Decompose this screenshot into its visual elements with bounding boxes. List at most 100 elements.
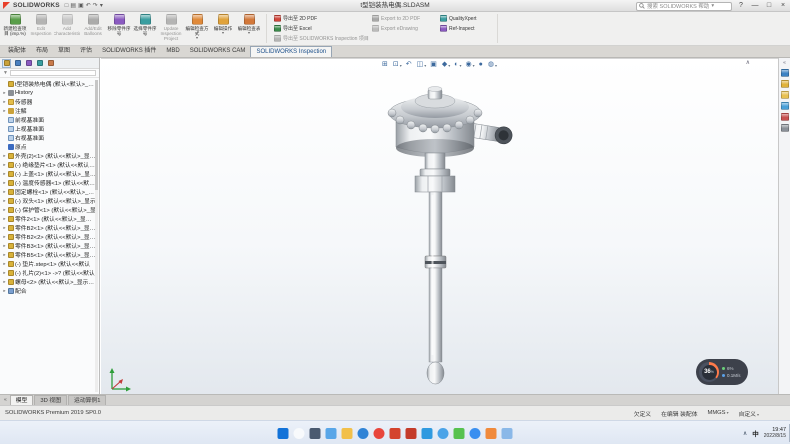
search-input[interactable]: 搜索 SOLIDWORKS 帮助 ▾: [636, 2, 732, 11]
hide-show-items-icon[interactable]: ◉ ▾: [466, 60, 475, 70]
start-button[interactable]: [278, 428, 289, 439]
expand-arrow-icon[interactable]: ▸: [2, 99, 7, 105]
ref-inspect-button[interactable]: Ref-Inspect: [440, 24, 477, 33]
tree-item[interactable]: ▸ (-) 保护管<1> (默认<<默认>_显: [0, 205, 99, 214]
model-tab[interactable]: 模型: [10, 395, 34, 405]
tree-item[interactable]: ▸ 零件B2<2> (默认<<默认>_显示状: [0, 232, 99, 241]
panel-scrollbar[interactable]: [95, 80, 98, 392]
model-tab[interactable]: 3D 视图: [34, 395, 67, 405]
expand-arrow-icon[interactable]: ▸: [2, 261, 7, 267]
tree-item[interactable]: ▸ History: [0, 88, 99, 97]
expand-arrow-icon[interactable]: ▸: [2, 225, 7, 231]
qq-button[interactable]: [438, 428, 449, 439]
tab-scroll-arrows[interactable]: «: [2, 395, 9, 405]
commandmanager-tab[interactable]: SOLIDWORKS Inspection: [250, 46, 332, 57]
search-caret-icon[interactable]: ▾: [711, 3, 714, 9]
previous-view-icon[interactable]: ↶: [406, 60, 413, 70]
tree-item[interactable]: 前视基准面: [0, 115, 99, 124]
help-button[interactable]: ?: [736, 1, 746, 11]
expand-arrow-icon[interactable]: ▸: [2, 216, 7, 222]
tree-item[interactable]: ▸ 注解: [0, 106, 99, 115]
expand-arrow-icon[interactable]: ▸: [2, 207, 7, 213]
dimxpertmanager-tab[interactable]: [35, 59, 44, 68]
tree-item[interactable]: ▸ (-) 双头<1> (默认<<默认>_显示: [0, 196, 99, 205]
edit-inspection-button[interactable]: Edit Inspection: [28, 13, 54, 45]
dingtalk-button[interactable]: [470, 428, 481, 439]
solidworks-button[interactable]: [406, 428, 417, 439]
taskbar-clock[interactable]: 19:47 2022/8/15: [764, 427, 786, 439]
edge-button[interactable]: [358, 428, 369, 439]
file-explorer-icon[interactable]: [781, 91, 789, 99]
expand-arrow-icon[interactable]: ▸: [2, 234, 7, 240]
featuremanager-tab[interactable]: [2, 59, 11, 68]
commandmanager-tab[interactable]: SOLIDWORKS 插件: [97, 46, 161, 57]
new-inspection-project-button[interactable]: 新建检查项目 (imp.%): [2, 13, 28, 45]
export-excel-button[interactable]: 导出至 Excel: [274, 24, 369, 33]
wps-button[interactable]: [390, 428, 401, 439]
filter-funnel-icon[interactable]: ▼: [3, 70, 8, 76]
view-palette-icon[interactable]: [781, 102, 789, 110]
expand-arrow-icon[interactable]: ▸: [2, 180, 7, 186]
section-view-icon[interactable]: ◫ ▾: [417, 60, 427, 70]
export-inspection-project-button[interactable]: 导出至 SOLIDWORKS Inspection 项目: [274, 34, 369, 43]
tree-item[interactable]: 上视基准面: [0, 124, 99, 133]
3d-model-thermocouple[interactable]: [378, 85, 528, 391]
edit-inspection-method-button[interactable]: 编辑检查方式 ▾: [184, 13, 210, 45]
undo-icon[interactable]: ↶: [86, 1, 91, 11]
ime-indicator[interactable]: 中: [752, 428, 759, 438]
propertymanager-tab[interactable]: [13, 59, 22, 68]
tree-item[interactable]: ▸ 零件B2<1> (默认<<默认>_显示状: [0, 223, 99, 232]
tree-item[interactable]: ▸ 配合: [0, 286, 99, 295]
commandmanager-tab[interactable]: 布局: [31, 46, 53, 57]
view-orientation-icon[interactable]: ◆ ▾: [442, 60, 450, 70]
panel-scrollbar-thumb[interactable]: [95, 80, 98, 190]
model-tab[interactable]: 运动算例1: [68, 395, 106, 405]
tree-item[interactable]: ▸ (-) 温度传感器<1> (默认<<默认>: [0, 178, 99, 187]
update-inspection-project-button[interactable]: Update Inspection Project: [158, 13, 184, 45]
redo-icon[interactable]: ↷: [93, 1, 98, 11]
qualityxpert-button[interactable]: QualityXpert: [440, 14, 477, 23]
widgets-button[interactable]: [326, 428, 337, 439]
appearances-scenes-icon[interactable]: [781, 113, 789, 121]
close-button[interactable]: ×: [778, 1, 788, 11]
wechat-button[interactable]: [454, 428, 465, 439]
tree-item[interactable]: ▸ 零件B3<1> (默认<<默认>_显示状: [0, 241, 99, 250]
maximize-button[interactable]: □: [764, 1, 774, 11]
remove-balloons-button[interactable]: 移除零件序号: [106, 13, 132, 45]
add-characteristic-button[interactable]: Add Characteristic: [54, 13, 80, 45]
task-view-button[interactable]: [310, 428, 321, 439]
tree-item[interactable]: ▸ 零件B5<1> (默认<<默认>_显示状: [0, 250, 99, 259]
solidworks-resources-icon[interactable]: [781, 69, 789, 77]
tree-item[interactable]: ▸ (-) 绝缘垫片<1> (默认<<默认>_显: [0, 160, 99, 169]
expand-arrow-icon[interactable]: ▸: [2, 189, 7, 195]
tree-item[interactable]: ▸ (-) 扎片(2)<1> ->? (默认<<默认: [0, 268, 99, 277]
tree-item[interactable]: ▸ 螺母<2> (默认<<默认>_显示状态: [0, 277, 99, 286]
commandmanager-tab[interactable]: 评估: [75, 46, 97, 57]
export-edrawing-button[interactable]: Export eDrawing: [372, 24, 420, 33]
display-style-icon[interactable]: ◐ ▾: [454, 60, 461, 70]
tree-item[interactable]: 右视基准面: [0, 133, 99, 142]
commandmanager-tab[interactable]: 草图: [53, 46, 75, 57]
configurationmanager-tab[interactable]: [24, 59, 33, 68]
open-file-icon[interactable]: ▤: [70, 1, 76, 11]
zoom-fit-icon[interactable]: ⊞: [382, 60, 389, 70]
status-custom-selector[interactable]: 自定义▾: [739, 409, 759, 418]
vscode-button[interactable]: [422, 428, 433, 439]
options-caret-icon[interactable]: ▾: [100, 1, 103, 11]
tree-item[interactable]: t型铠装热电偶 (默认<默认>_显示状态-1): [0, 79, 99, 88]
add-edit-balloons-button[interactable]: Add/Edit Balloons: [80, 13, 106, 45]
design-library-icon[interactable]: [781, 80, 789, 88]
feature-filter-input[interactable]: [10, 70, 96, 76]
media-player-button[interactable]: [486, 428, 497, 439]
performance-overlay[interactable]: 36 % 6% 0.1M/s: [696, 359, 748, 385]
displaymanager-tab[interactable]: [46, 59, 55, 68]
chrome-button[interactable]: [374, 428, 385, 439]
hidden-icons-chevron[interactable]: ∧: [743, 430, 747, 437]
edit-operation-button[interactable]: 编辑操作 ▾: [210, 13, 236, 45]
tree-item[interactable]: ▸ (-) 垫片.step<1> (默认<<默认: [0, 259, 99, 268]
graphics-viewport[interactable]: ⊞ ⊡ ▾ ↶ ◫ ▾ ▣ ◆: [101, 58, 778, 394]
screen-recorder-button[interactable]: [502, 428, 513, 439]
expand-arrow-icon[interactable]: ▸: [2, 153, 7, 159]
annotation-view-icon[interactable]: ▣: [430, 60, 438, 70]
tree-item[interactable]: ▸ 零件2<1> (默认<<默认>_显示状态: [0, 214, 99, 223]
